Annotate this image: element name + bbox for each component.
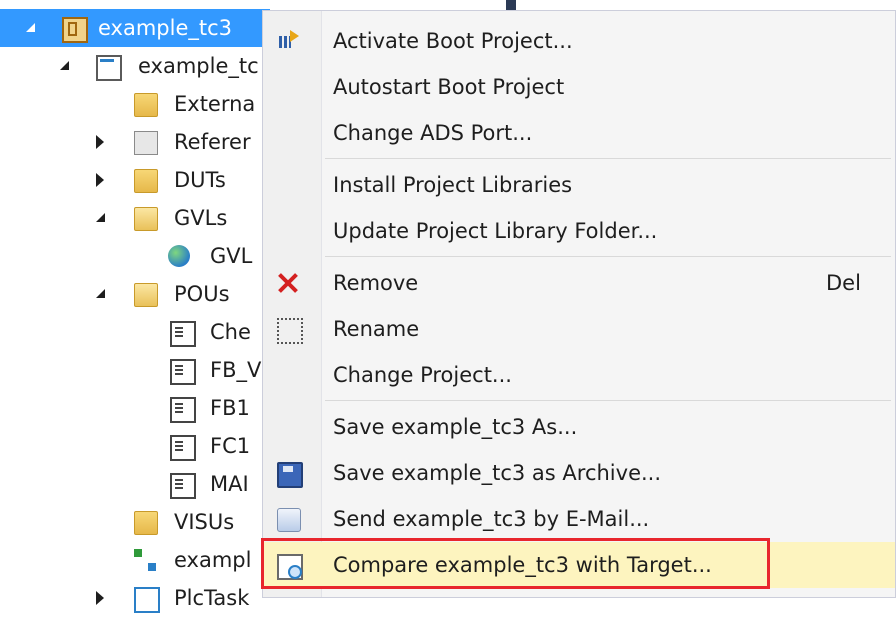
solution-explorer-tree: example_tc3 example_tc Externa Referer D…: [0, 0, 270, 613]
collapse-arrow-icon[interactable]: [96, 173, 104, 187]
tree-item-label: Externa: [174, 92, 256, 116]
tree-item-visus[interactable]: VISUs: [0, 503, 270, 541]
annotation-highlight-box: [261, 538, 770, 589]
menu-separator: [325, 256, 891, 257]
menu-item-label: Save example_tc3 As...: [333, 415, 578, 439]
menu-item-label: Save example_tc3 as Archive...: [333, 461, 662, 485]
menu-item-label: Update Project Library Folder...: [333, 219, 658, 243]
tree-item-references[interactable]: Referer: [0, 123, 270, 161]
folder-open-icon: [134, 283, 158, 307]
rename-icon: [277, 318, 303, 344]
tree-item-pou[interactable]: Che: [0, 313, 270, 351]
tree-item-label: DUTs: [174, 168, 226, 192]
tree-item-label: example_tc: [138, 54, 259, 78]
tree-item-label: example_tc3: [98, 16, 233, 40]
tree-item-pou[interactable]: FB1: [0, 389, 270, 427]
tree-item-pou[interactable]: MAI: [0, 465, 270, 503]
pou-icon: [170, 321, 196, 347]
expand-arrow-icon[interactable]: [96, 289, 105, 298]
remove-x-icon: [277, 272, 299, 294]
menu-item-remove[interactable]: Remove Del: [263, 260, 895, 306]
tree-item-label: Che: [210, 320, 251, 344]
tree-item-label: FB1: [210, 396, 250, 420]
task-network-icon: [134, 549, 156, 571]
collapse-arrow-icon[interactable]: [96, 591, 104, 605]
menu-separator: [325, 400, 891, 401]
tree-item-pou[interactable]: FC1: [0, 427, 270, 465]
tree-item-label: FC1: [210, 434, 251, 458]
save-archive-icon: [277, 462, 303, 488]
tree-item-task-network[interactable]: exampl: [0, 541, 270, 579]
folder-icon: [134, 511, 158, 535]
menu-separator: [325, 158, 891, 159]
menu-item-label: Change ADS Port...: [333, 121, 533, 145]
pou-icon: [170, 359, 196, 385]
tree-item-label: GVL: [210, 244, 253, 268]
tree-item-plc-project[interactable]: example_tc: [0, 47, 270, 85]
boot-project-icon: [277, 30, 299, 52]
menu-item-install-project-libraries[interactable]: Install Project Libraries: [263, 162, 895, 208]
menu-item-save-as-archive[interactable]: Save example_tc3 as Archive...: [263, 450, 895, 496]
pou-icon: [170, 435, 196, 461]
tree-item-gvls[interactable]: GVLs: [0, 199, 270, 237]
folder-icon: [134, 169, 158, 193]
plc-project-icon: [96, 55, 122, 81]
tree-item-external-types[interactable]: Externa: [0, 85, 270, 123]
expand-arrow-icon[interactable]: [26, 23, 35, 32]
expand-arrow-icon[interactable]: [60, 61, 69, 70]
tree-item-label: Referer: [174, 130, 251, 154]
collapse-arrow-icon[interactable]: [96, 135, 104, 149]
shortcut-label: Del: [826, 271, 861, 295]
menu-item-update-project-library-folder[interactable]: Update Project Library Folder...: [263, 208, 895, 254]
twincat-project-icon: [62, 17, 88, 43]
tree-item-gvl[interactable]: GVL: [0, 237, 270, 275]
tree-item-label: exampl: [174, 548, 252, 572]
tree-item-pous[interactable]: POUs: [0, 275, 270, 313]
context-menu: Activate Boot Project... Autostart Boot …: [262, 10, 896, 598]
tree-item-plc-task[interactable]: PlcTask: [0, 579, 270, 617]
menu-item-label: Remove: [333, 271, 419, 295]
pou-icon: [170, 397, 196, 423]
plc-task-icon: [134, 587, 160, 613]
menu-item-label: Rename: [333, 317, 420, 341]
folder-open-icon: [134, 207, 158, 231]
tree-item-label: GVLs: [174, 206, 228, 230]
menu-item-activate-boot-project[interactable]: Activate Boot Project...: [263, 18, 895, 64]
tree-item-label: POUs: [174, 282, 230, 306]
tree-item-label: VISUs: [174, 510, 235, 534]
pou-icon: [170, 473, 196, 499]
menu-item-label: Send example_tc3 by E-Mail...: [333, 507, 650, 531]
menu-item-save-as[interactable]: Save example_tc3 As...: [263, 404, 895, 450]
tree-item-label: FB_V: [210, 358, 262, 382]
menu-item-autostart-boot-project[interactable]: Autostart Boot Project: [263, 64, 895, 110]
globe-icon: [168, 245, 190, 267]
menu-item-change-project[interactable]: Change Project...: [263, 352, 895, 398]
menu-item-rename[interactable]: Rename: [263, 306, 895, 352]
tree-item-example-tc3[interactable]: example_tc3: [0, 9, 270, 47]
menu-item-label: Change Project...: [333, 363, 512, 387]
tree-item-duts[interactable]: DUTs: [0, 161, 270, 199]
folder-icon: [134, 93, 158, 117]
menu-item-label: Activate Boot Project...: [333, 29, 573, 53]
tree-item-label: PlcTask: [174, 586, 250, 610]
expand-arrow-icon[interactable]: [96, 213, 105, 222]
menu-item-label: Autostart Boot Project: [333, 75, 565, 99]
menu-item-change-ads-port[interactable]: Change ADS Port...: [263, 110, 895, 156]
references-icon: [134, 131, 158, 155]
tree-item-pou[interactable]: FB_V: [0, 351, 270, 389]
menu-item-label: Install Project Libraries: [333, 173, 573, 197]
menu-item-send-by-email[interactable]: Send example_tc3 by E-Mail...: [263, 496, 895, 542]
email-icon: [277, 508, 301, 532]
tree-item-label: MAI: [210, 472, 249, 496]
